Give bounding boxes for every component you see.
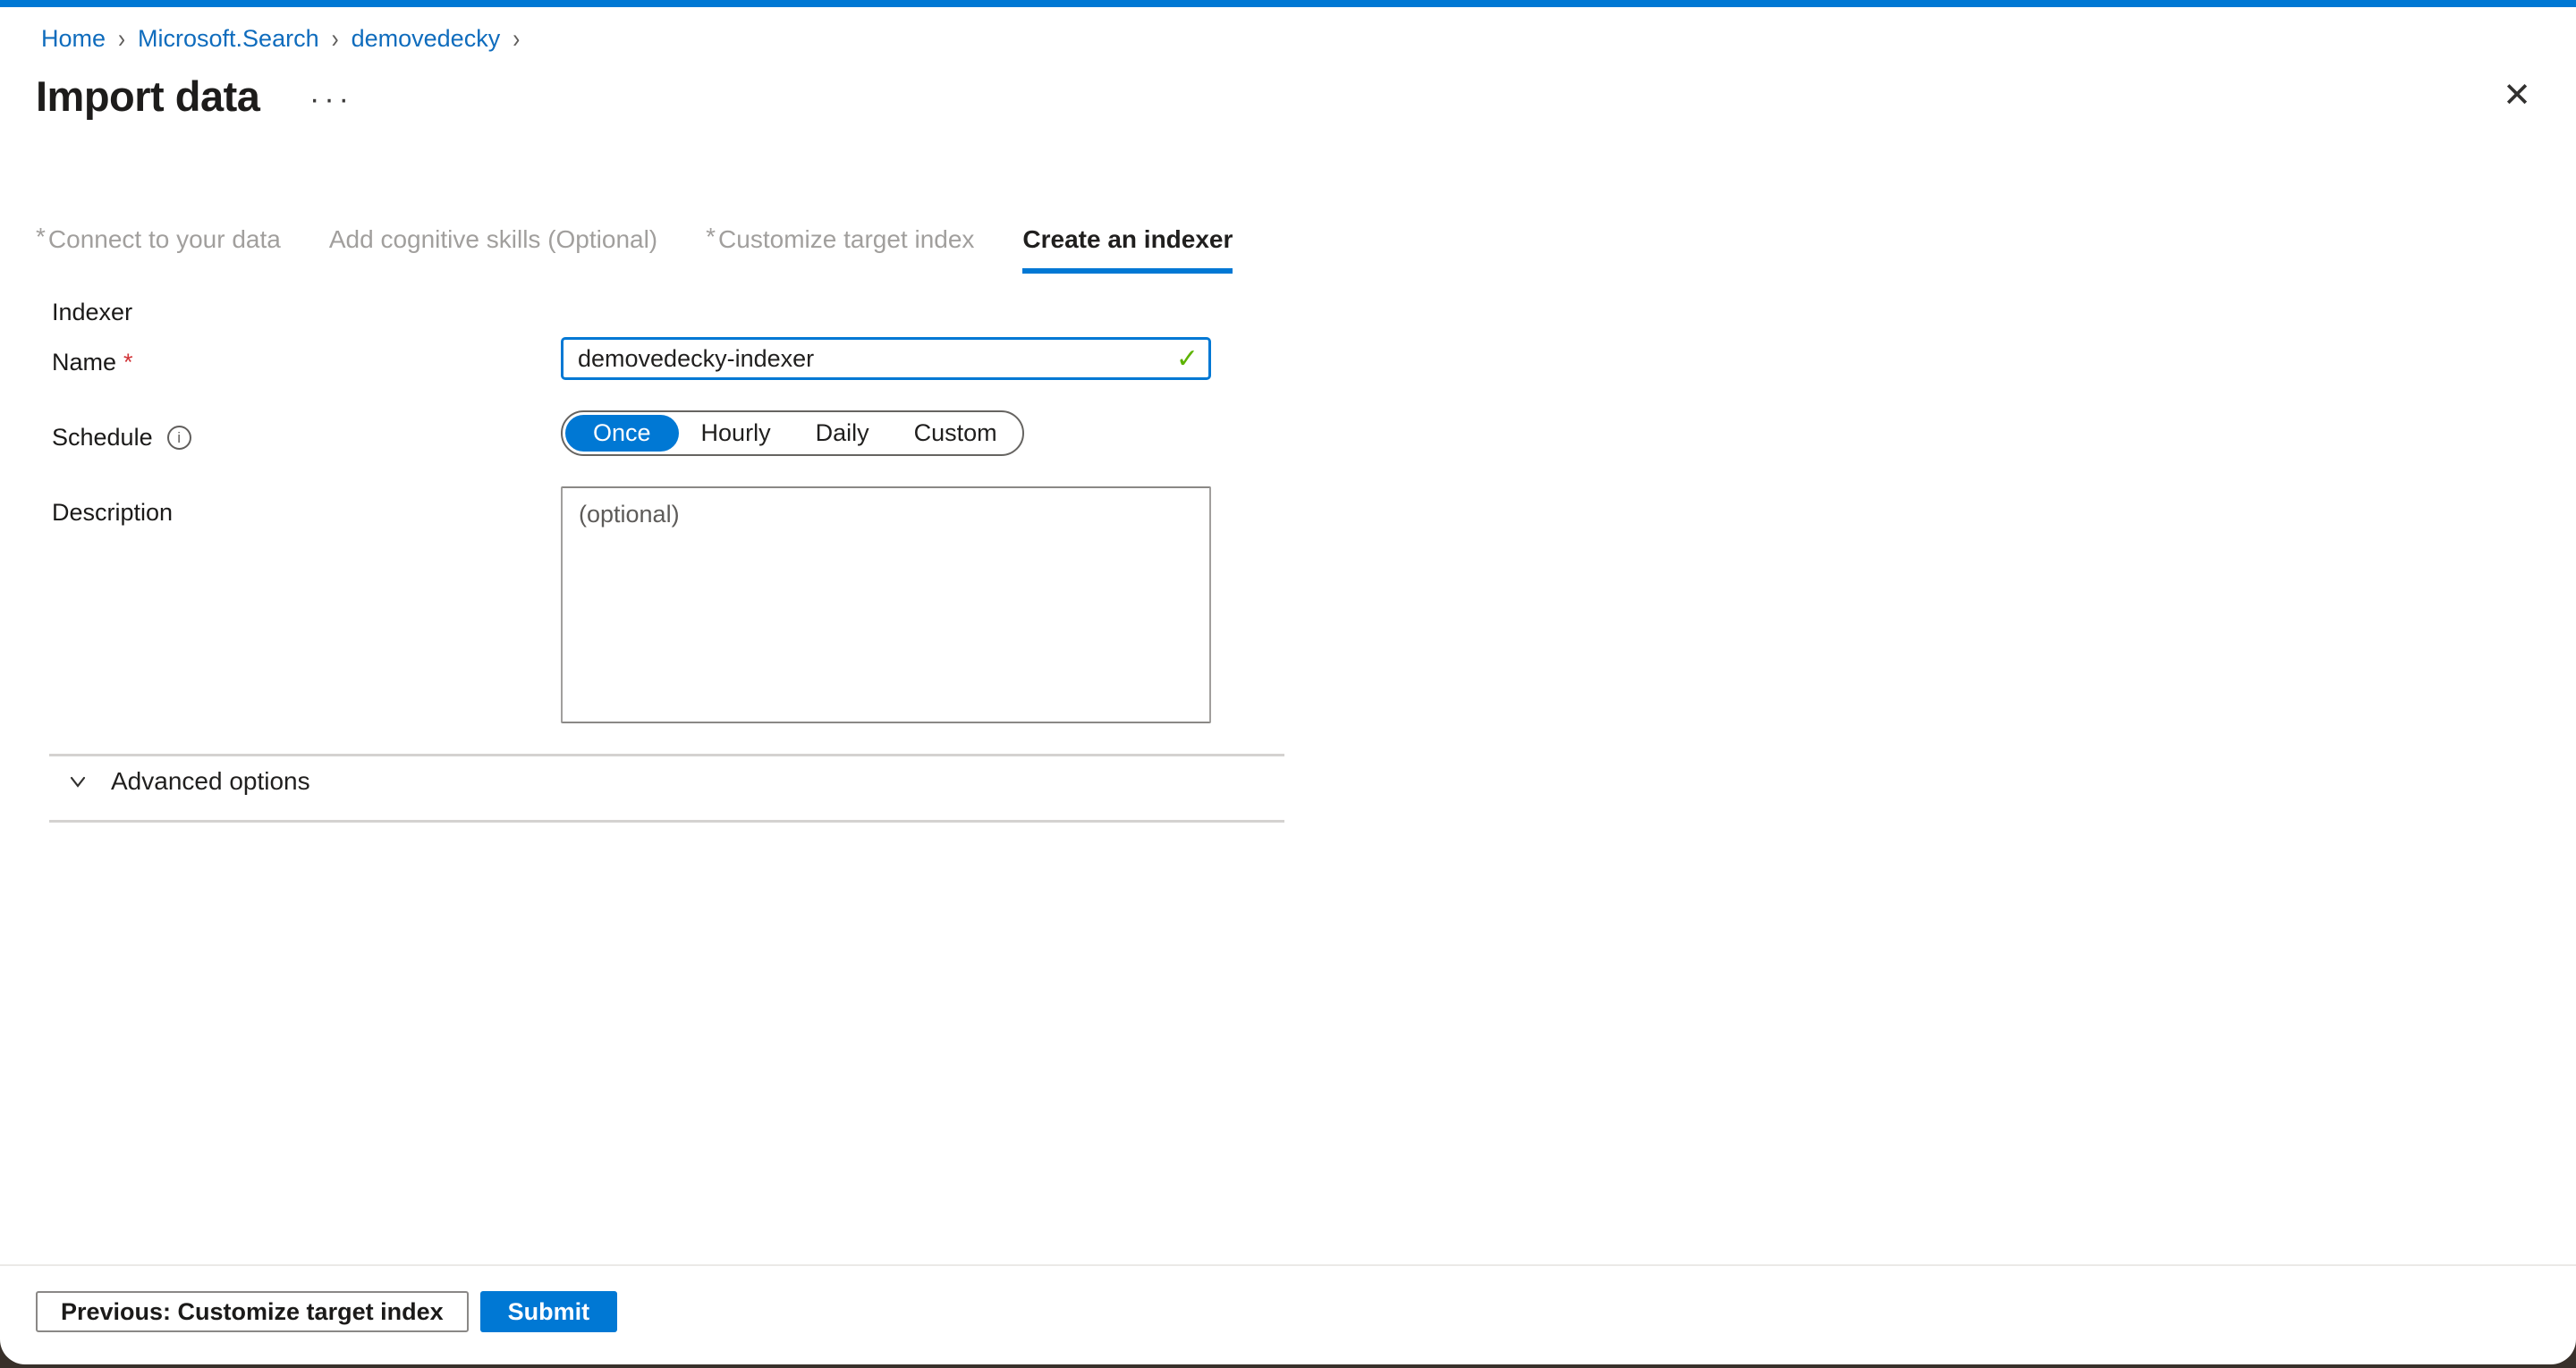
breadcrumb-link-microsoft-search[interactable]: Microsoft.Search <box>138 25 319 53</box>
required-asterisk: * <box>123 349 133 376</box>
previous-button[interactable]: Previous: Customize target index <box>36 1291 469 1332</box>
name-field-label: Name * <box>52 349 133 376</box>
schedule-option-hourly[interactable]: Hourly <box>679 415 793 452</box>
tab-add-cognitive-skills[interactable]: Add cognitive skills (Optional) <box>329 225 657 274</box>
divider <box>49 754 1284 756</box>
tab-label: Connect to your data <box>48 225 281 253</box>
tab-bar: *Connect to your data Add cognitive skil… <box>36 225 1233 274</box>
breadcrumb-separator-icon: › <box>332 23 339 55</box>
import-data-page: Home › Microsoft.Search › demovedecky › … <box>0 0 2576 1364</box>
breadcrumb: Home › Microsoft.Search › demovedecky › <box>41 25 520 53</box>
advanced-options-label: Advanced options <box>111 767 310 796</box>
tab-label: Add cognitive skills (Optional) <box>329 225 657 253</box>
schedule-option-custom[interactable]: Custom <box>892 415 1020 452</box>
schedule-field-label: Schedule i <box>52 424 191 452</box>
footer-actions: Previous: Customize target index Submit <box>36 1291 617 1332</box>
required-asterisk: * <box>706 223 716 250</box>
name-label-text: Name <box>52 349 116 376</box>
divider <box>49 820 1284 823</box>
indexer-name-input[interactable] <box>561 337 1211 380</box>
breadcrumb-link-demovedecky[interactable]: demovedecky <box>352 25 501 53</box>
schedule-pill-group: Once Hourly Daily Custom <box>561 410 1024 456</box>
azure-top-accent-bar <box>0 0 2576 7</box>
page-title: Import data <box>36 72 259 121</box>
breadcrumb-separator-icon: › <box>513 23 520 55</box>
submit-button[interactable]: Submit <box>480 1291 618 1332</box>
chevron-down-icon <box>64 768 91 795</box>
tab-label: Create an indexer <box>1022 225 1233 253</box>
tab-create-an-indexer[interactable]: Create an indexer <box>1022 225 1233 274</box>
footer-divider <box>0 1264 2576 1266</box>
description-field-label: Description <box>52 499 173 527</box>
close-icon[interactable]: ✕ <box>2503 79 2531 113</box>
schedule-option-once[interactable]: Once <box>565 415 679 452</box>
required-asterisk: * <box>36 223 46 250</box>
name-field-wrapper: ✓ <box>561 337 1211 380</box>
schedule-option-daily[interactable]: Daily <box>793 415 892 452</box>
breadcrumb-link-home[interactable]: Home <box>41 25 106 53</box>
tab-customize-target-index[interactable]: *Customize target index <box>706 225 974 274</box>
indexer-section-label: Indexer <box>52 299 132 326</box>
description-textarea[interactable] <box>561 486 1211 723</box>
tab-label: Customize target index <box>718 225 974 253</box>
tab-connect-to-your-data[interactable]: *Connect to your data <box>36 225 281 274</box>
schedule-label-text: Schedule <box>52 424 153 452</box>
more-options-icon[interactable]: ··· <box>309 82 353 117</box>
info-icon[interactable]: i <box>167 426 191 450</box>
advanced-options-toggle[interactable]: Advanced options <box>64 767 310 796</box>
breadcrumb-separator-icon: › <box>118 23 125 55</box>
